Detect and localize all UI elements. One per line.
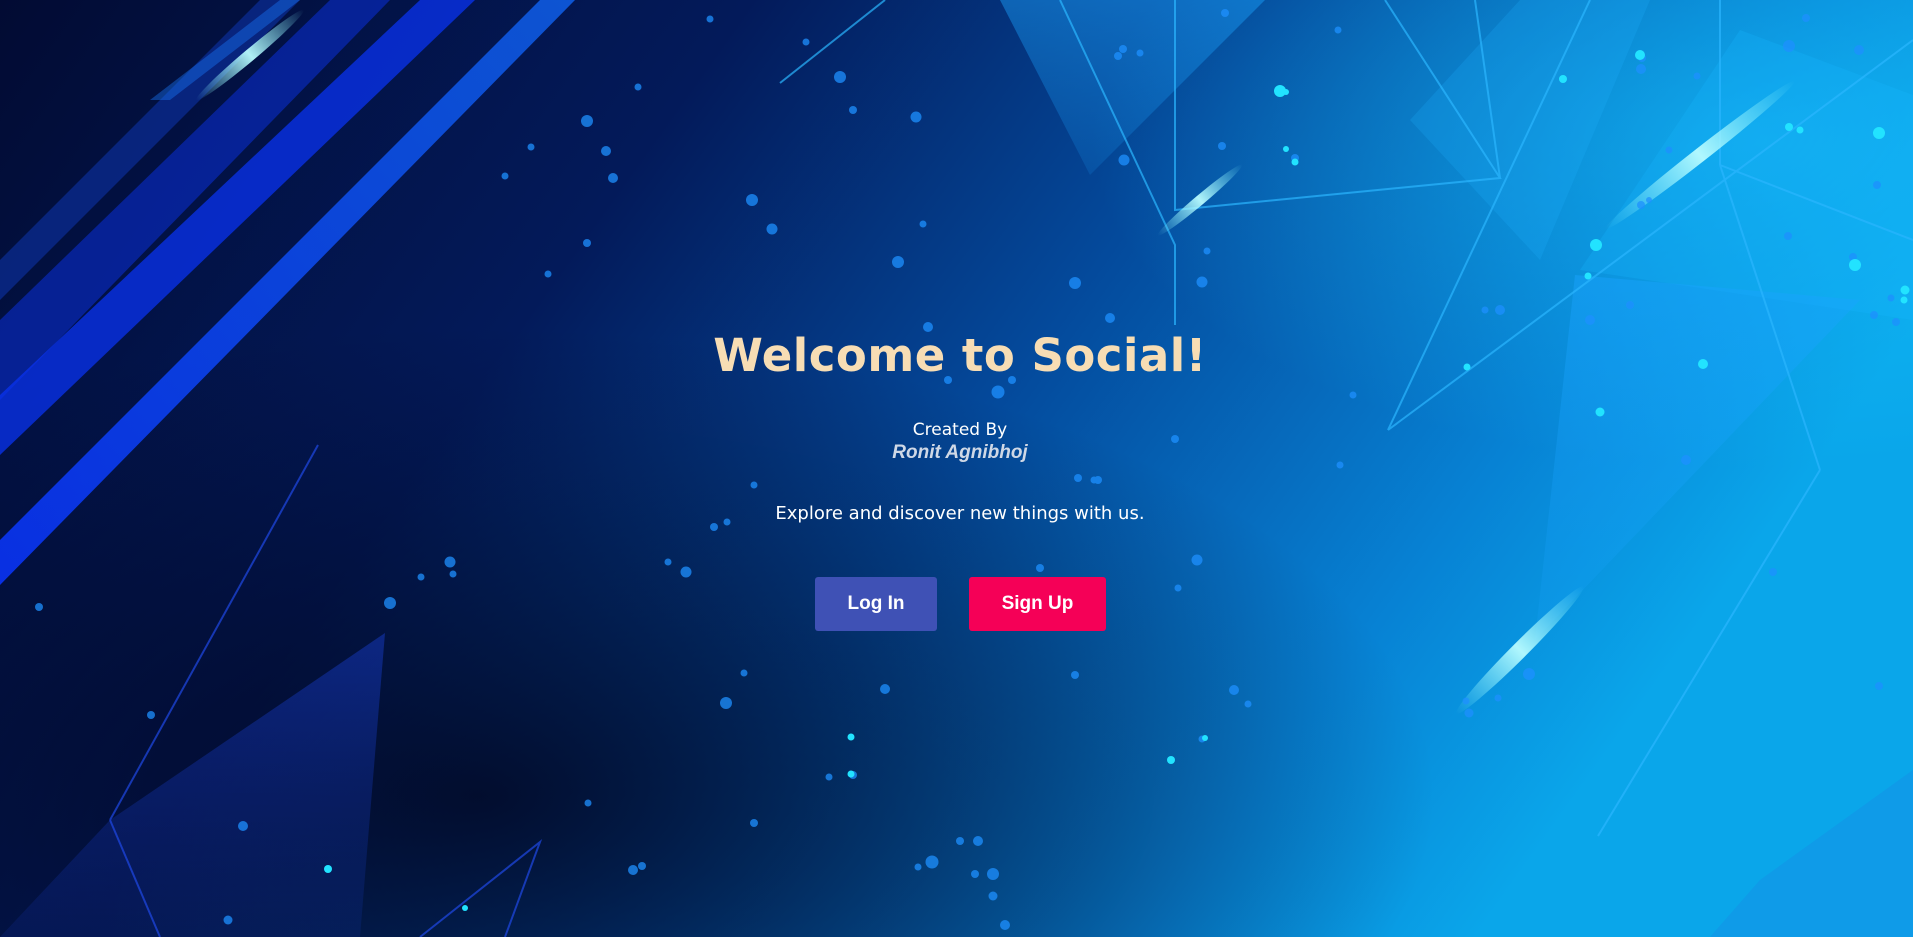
author-name: Ronit Agnibhoj [892,442,1028,463]
signup-button[interactable]: Sign Up [969,577,1106,631]
page-title: Welcome to Social! [713,329,1207,382]
landing-content: Welcome to Social! Created By Ronit Agni… [0,0,1913,937]
tagline-text: Explore and discover new things with us. [775,503,1145,524]
login-button[interactable]: Log In [815,577,937,631]
created-by-label: Created By [912,420,1008,440]
